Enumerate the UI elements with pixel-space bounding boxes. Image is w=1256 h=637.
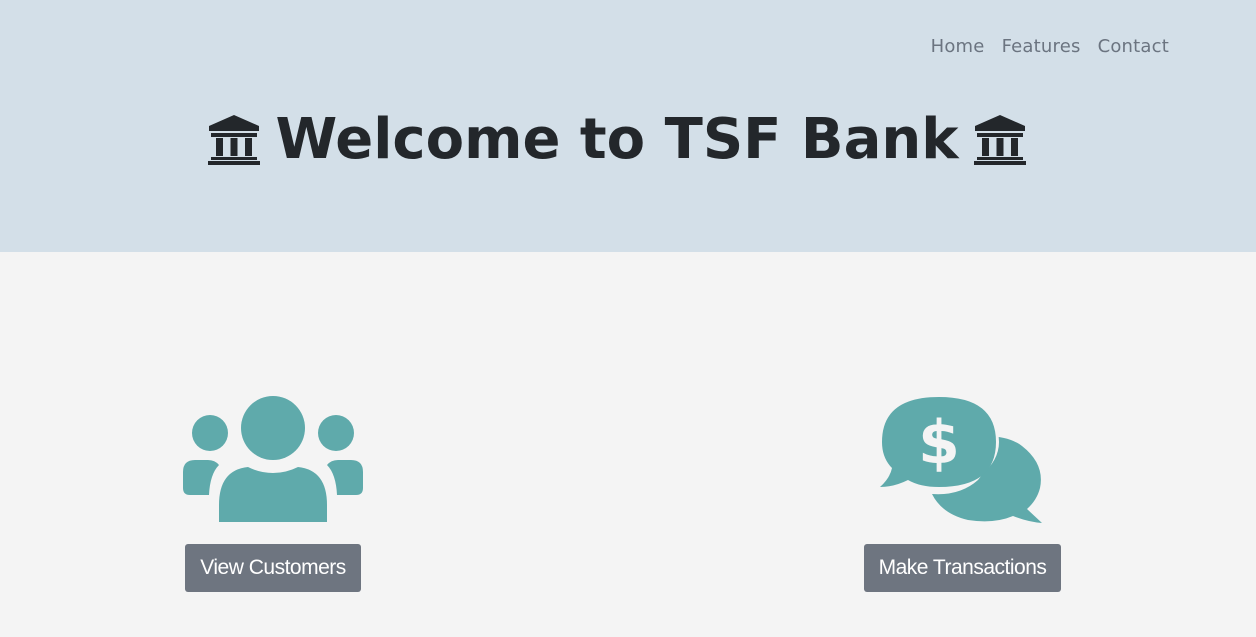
nav-contact-link[interactable]: Contact [1098, 36, 1169, 57]
svg-text:$: $ [918, 408, 960, 478]
money-chat-icon: $ [880, 396, 1046, 524]
nav-home-link[interactable]: Home [931, 36, 985, 57]
bank-icon [973, 114, 1027, 166]
top-nav: Home Features Contact [931, 36, 1169, 57]
view-customers-button[interactable]: View Customers [185, 544, 361, 592]
nav-features-link[interactable]: Features [1002, 36, 1081, 57]
hero-header: Home Features Contact Welcome to TSF Ban… [0, 0, 1256, 252]
title-text: Welcome to TSF Bank [275, 107, 959, 172]
bank-icon [207, 114, 261, 166]
make-transactions-button[interactable]: Make Transactions [864, 544, 1061, 592]
users-icon [182, 396, 364, 524]
page-title: Welcome to TSF Bank [0, 104, 1234, 176]
